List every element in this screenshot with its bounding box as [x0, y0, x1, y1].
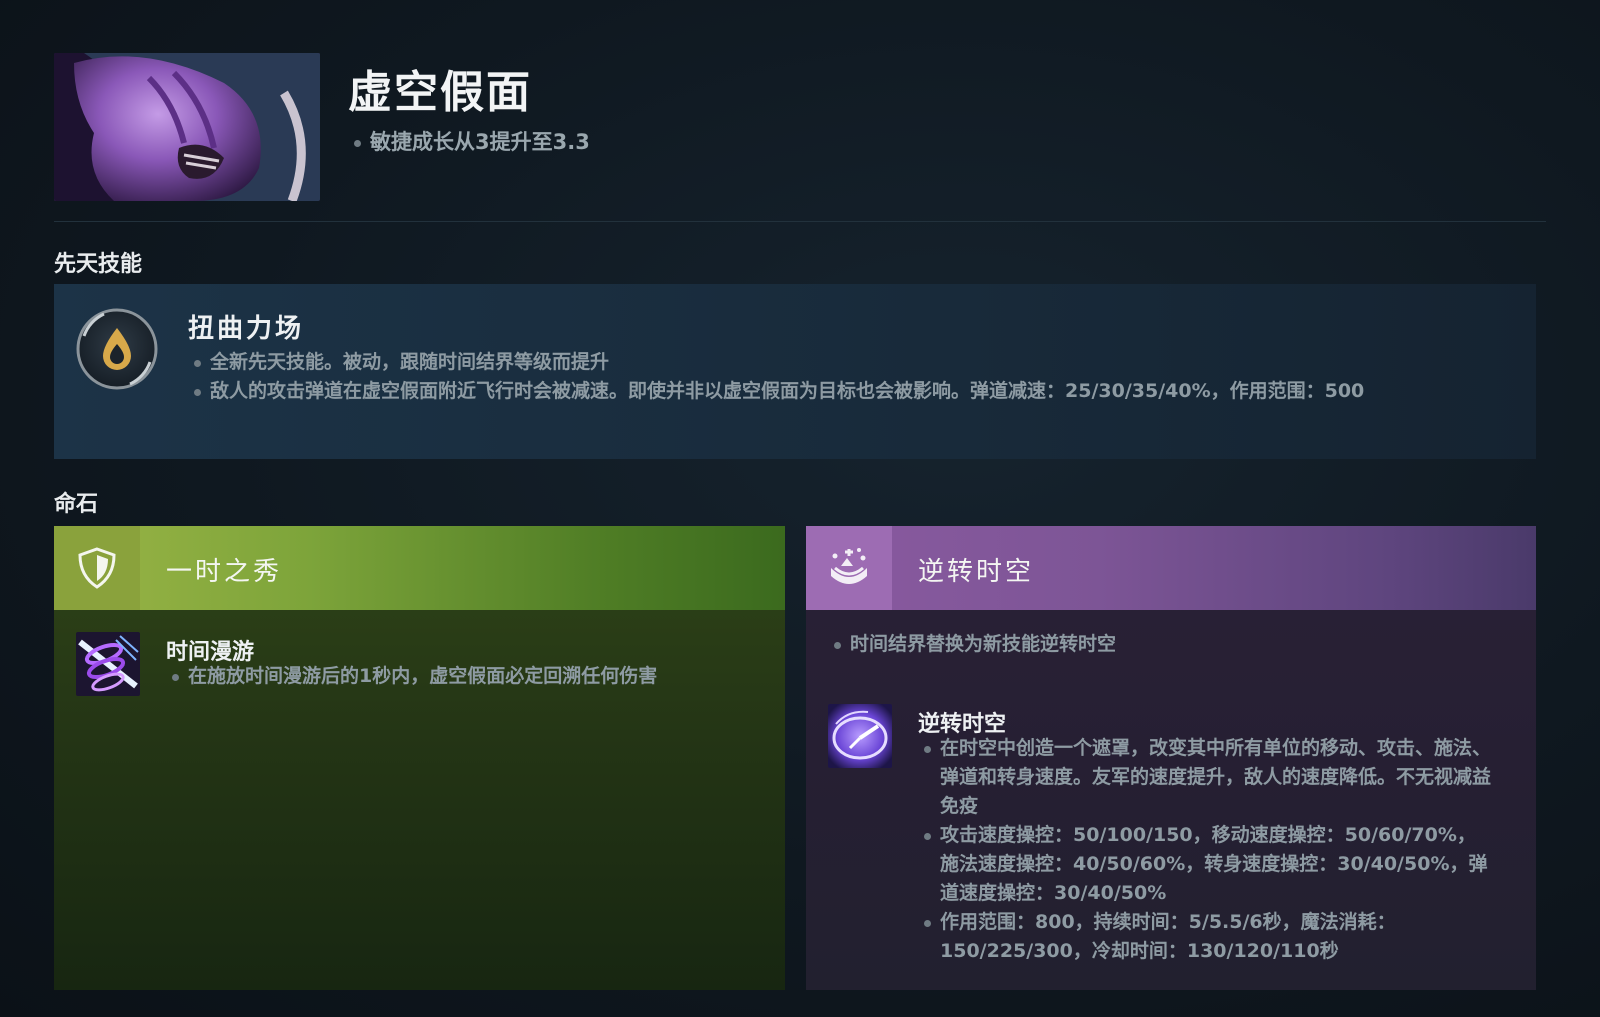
facet-card-right[interactable]: 逆转时空 时间结界替换为新技能逆转时空 逆转时空 在时空中创造一个遮罩，改变其中… [806, 526, 1536, 990]
facet-ability-point: 攻击速度操控：50/100/150，移动速度操控：50/60/70%，施法速度操… [922, 821, 1492, 908]
innate-point: 敌人的攻击弹道在虚空假面附近飞行时会被减速。即使并非以虚空假面为目标也会被影响。… [192, 377, 1492, 406]
facet-ability-points: 在时空中创造一个遮罩，改变其中所有单位的移动、攻击、施法、弹道和转身速度。友军的… [922, 734, 1492, 966]
hero-name: 虚空假面 [348, 67, 532, 118]
facet-ability-point: 在时空中创造一个遮罩，改变其中所有单位的移动、攻击、施法、弹道和转身速度。友军的… [922, 734, 1492, 821]
facet-note: 时间结界替换为新技能逆转时空 [832, 630, 1512, 659]
facet-header: 逆转时空 [806, 526, 1536, 610]
innate-ability-points: 全新先天技能。被动，跟随时间结界等级而提升 敌人的攻击弹道在虚空假面附近飞行时会… [192, 348, 1492, 406]
reverse-time-ability-icon [828, 704, 892, 768]
facet-title: 逆转时空 [918, 557, 1035, 587]
innate-ability-panel: 扭曲力场 全新先天技能。被动，跟随时间结界等级而提升 敌人的攻击弹道在虚空假面附… [54, 284, 1536, 459]
innate-point: 全新先天技能。被动，跟随时间结界等级而提升 [192, 348, 1492, 377]
hourglass-bubble-icon [831, 548, 867, 584]
facet-icon-cell [54, 526, 140, 610]
facet-ability-point: 作用范围：800，持续时间：5/5.5/6秒，魔法消耗：150/225/300，… [922, 908, 1492, 966]
hero-note-item: 敏捷成长从3提升至3.3 [352, 128, 590, 157]
facet-header: 一时之秀 [54, 526, 785, 610]
flame-drop-icon [74, 306, 160, 392]
facets-section-title: 命石 [54, 492, 99, 517]
facet-title: 一时之秀 [166, 557, 283, 587]
hero-portrait [54, 53, 320, 201]
facet-icon-cell [806, 526, 892, 610]
innate-ability-name: 扭曲力场 [188, 314, 305, 344]
header-divider [54, 221, 1546, 222]
facet-card-left[interactable]: 一时之秀 时间漫游 在施放时间漫游后的1秒内，虚空假面必定回溯任何伤害 [54, 526, 785, 990]
facet-ability-points: 在施放时间漫游后的1秒内，虚空假面必定回溯任何伤害 [170, 662, 730, 691]
facet-ability-point: 在施放时间漫游后的1秒内，虚空假面必定回溯任何伤害 [170, 662, 730, 691]
hero-notes: 敏捷成长从3提升至3.3 [352, 128, 590, 157]
facet-note-item: 时间结界替换为新技能逆转时空 [832, 630, 1512, 659]
shield-icon [78, 547, 116, 589]
innate-section-title: 先天技能 [54, 252, 143, 277]
time-walk-ability-icon [76, 632, 140, 696]
